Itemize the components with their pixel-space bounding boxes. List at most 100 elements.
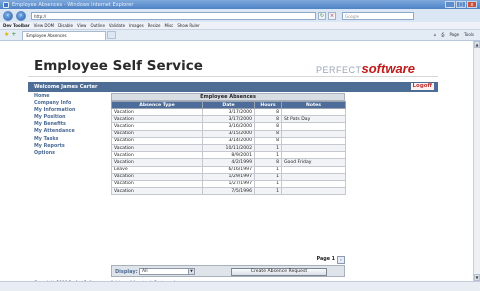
display-label: Display: [115,269,138,275]
menu-item[interactable]: Validate [109,23,125,28]
cell-date: 10/11/2002 [202,143,255,153]
table-row[interactable]: Vacation 3/17/2000 8 St Pats Day [111,115,346,124]
command-bar: ⌂ ⎙ Page Tools [434,32,474,37]
column-header-hours[interactable]: Hours [254,101,282,109]
logoff-link[interactable]: Logoff [410,83,434,90]
cell-absence-type: Vacation [111,136,203,145]
cell-absence-type: Vacation [111,187,203,196]
close-button[interactable]: x [467,1,477,8]
menu-item[interactable]: Disable [58,23,73,28]
cell-notes [281,165,346,174]
cell-date: 6/16/1997 [202,165,255,174]
search-input[interactable]: Google [342,11,414,20]
sidebar-nav: Home Company Info My Information My Posi… [34,93,106,157]
nav-item-my-reports[interactable]: My Reports [34,143,106,150]
next-page-icon[interactable]: › [337,256,345,264]
cell-absence-type: Vacation [111,158,203,167]
nav-item-my-tasks[interactable]: My Tasks [34,136,106,143]
nav-item-my-information[interactable]: My Information [34,107,106,114]
cell-date: 7/5/1996 [202,187,255,196]
vertical-scrollbar[interactable]: ▲ ▼ [473,41,480,281]
minimize-button[interactable]: _ [445,1,455,8]
add-favorite-icon[interactable]: + [11,32,16,38]
table-row[interactable]: Vacation 1/27/1997 1 [111,179,346,189]
column-header-date[interactable]: Date [202,101,255,109]
menu-item[interactable]: Show Ruler [177,23,199,28]
nav-item-my-attendance[interactable]: My Attendance [34,128,106,135]
cell-notes [281,143,346,153]
menu-item[interactable]: Resize [148,23,161,28]
menu-item[interactable]: Misc [165,23,174,28]
cell-absence-type: Vacation [111,115,203,124]
table-row[interactable]: Vacation 8/9/2001 1 [111,151,346,160]
table-row[interactable]: Vacation 4/2/1999 8 Good Friday [111,158,346,167]
create-absence-request-button[interactable]: Create Absence Request [231,268,327,276]
tab-bar: ★ + Employee Absences ⌂ ⎙ Page Tools [0,30,480,41]
nav-item-home[interactable]: Home [34,93,106,100]
home-icon[interactable]: ⌂ [434,32,437,37]
table-row[interactable]: Vacation 3/17/2000 8 [111,107,346,117]
tab-employee-absences[interactable]: Employee Absences [22,30,107,40]
cell-hours: 1 [254,179,282,189]
back-button[interactable]: ‹ [3,10,13,21]
column-header-notes[interactable]: Notes [281,101,346,109]
title-bar: Employee Absences - Windows Internet Exp… [0,0,480,9]
table-row[interactable]: Leave 6/16/1997 1 [111,165,346,174]
cell-date: 3/17/2000 [202,107,255,117]
page-menu[interactable]: Page [449,32,459,37]
window-controls: _ □ x [445,1,477,8]
menu-item[interactable]: View [77,23,87,28]
scroll-down-icon[interactable]: ▼ [474,274,480,281]
stop-icon[interactable]: × [328,11,336,20]
table-row[interactable]: Vacation 3/14/2000 8 [111,136,346,145]
cell-notes [281,136,346,145]
chevron-down-icon[interactable]: ▼ [188,269,194,274]
tools-menu[interactable]: Tools [464,32,474,37]
print-icon[interactable]: ⎙ [441,32,444,37]
cell-absence-type: Vacation [111,143,203,153]
absences-table-container: Employee Absences Absence Type Date Hour… [111,93,346,196]
cell-hours: 8 [254,107,282,117]
display-select[interactable]: All ▼ [139,268,195,275]
refresh-icon[interactable]: ↻ [318,11,326,20]
nav-item-company-info[interactable]: Company Info [34,100,106,107]
cell-notes [281,122,346,131]
table-controls: Display: All ▼ Create Absence Request [111,265,345,277]
logo-text-software: software [361,61,415,76]
cell-date: 4/2/1999 [202,158,255,167]
nav-item-my-position[interactable]: My Position [34,114,106,121]
cell-absence-type: Vacation [111,122,203,131]
cell-absence-type: Vacation [111,151,203,160]
ess-page: Employee Self Service PERFECTsoftware We… [28,54,438,286]
table-header-row: Absence Type Date Hours Notes [111,101,346,109]
address-input[interactable]: http:// [31,11,316,20]
display-select-value: All [142,269,148,274]
table-row[interactable]: Vacation 3/16/2000 8 [111,122,346,131]
scroll-up-icon[interactable]: ▲ [474,41,480,48]
forward-button[interactable]: › [16,10,26,21]
menu-item[interactable]: Dev Toolbar [3,23,30,28]
cell-notes [281,172,346,181]
column-header-absence-type[interactable]: Absence Type [111,101,203,109]
maximize-button[interactable]: □ [456,1,466,8]
favorites-star-icon[interactable]: ★ [4,32,9,38]
browser-window: Employee Absences - Windows Internet Exp… [0,0,480,291]
cell-absence-type: Vacation [111,129,203,138]
menu-item[interactable]: Outline [90,23,104,28]
nav-item-my-benefits[interactable]: My Benefits [34,121,106,128]
table-row[interactable]: Vacation 10/11/2002 1 [111,143,346,153]
cell-hours: 1 [254,143,282,153]
new-tab-button[interactable] [107,31,117,39]
cell-hours: 8 [254,136,282,145]
cell-date: 3/15/2000 [202,129,255,138]
cell-hours: 8 [254,158,282,167]
menu-item[interactable]: View DOM [34,23,54,28]
cell-absence-type: Vacation [111,172,203,181]
nav-item-options[interactable]: Options [34,150,106,157]
menu-item[interactable]: Images [129,23,144,28]
status-bar [0,281,480,291]
table-row[interactable]: Vacation 7/5/1996 1 [111,187,346,196]
cell-absence-type: Leave [111,165,203,174]
table-row[interactable]: Vacation 1/29/1997 1 [111,172,346,181]
table-row[interactable]: Vacation 3/15/2000 8 [111,129,346,138]
